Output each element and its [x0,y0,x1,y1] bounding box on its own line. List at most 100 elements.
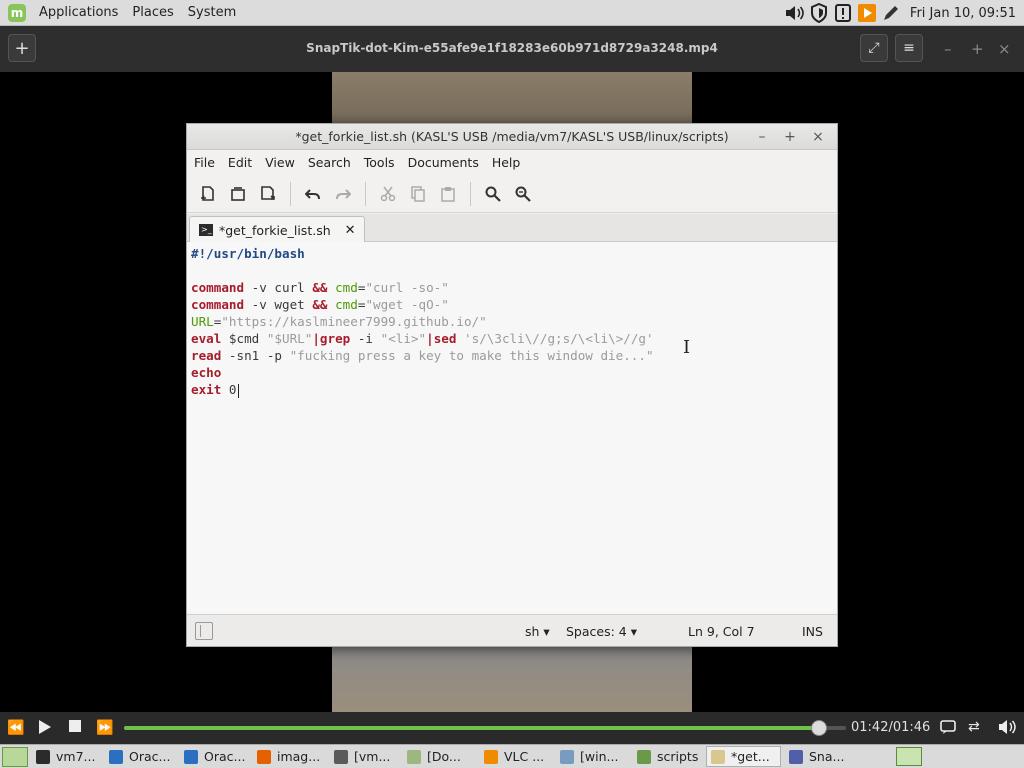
taskbar-item[interactable]: scripts [632,746,703,767]
code-token: read [191,348,222,363]
code-token: -i [350,331,381,346]
redo-icon[interactable] [328,179,358,209]
taskbar-item[interactable]: [Do... [402,746,476,767]
editor-close-icon[interactable]: × [808,127,828,147]
code-token: 0 [221,382,237,397]
player-controls: ⏪ ⏩ 01:42/01:46 ⇄ [0,712,1024,744]
tab-label: *get_forkie_list.sh [219,222,331,238]
code-line[interactable] [191,262,837,279]
seek-handle[interactable] [810,720,827,736]
code-line[interactable]: read -sn1 -p "fucking press a key to mak… [191,347,837,364]
update-icon[interactable] [832,2,854,24]
editor-statusbar: sh ▾ Spaces: 4 ▾ Ln 9, Col 7 INS [187,614,837,646]
search-replace-icon[interactable] [508,179,538,209]
menu-edit[interactable]: Edit [221,155,258,170]
code-editor[interactable]: #!/usr/bin/bash command -v curl && cmd="… [187,242,837,614]
undo-icon[interactable] [298,179,328,209]
terminal-icon [334,749,348,764]
hamburger-menu-icon[interactable]: ≡ [895,34,923,62]
code-token: command [191,297,245,312]
new-document-icon[interactable] [193,179,223,209]
vlc-icon [484,749,498,764]
applications-menu[interactable]: Applications [32,5,125,20]
spaces-label: Spaces: 4 [566,624,627,639]
menu-view[interactable]: View [258,155,301,170]
code-line[interactable]: #!/usr/bin/bash [191,245,837,262]
places-menu[interactable]: Places [125,5,180,20]
code-token: "https://kaslmineer7999.github.io/" [221,314,487,329]
menu-search[interactable]: Search [301,155,357,170]
taskbar-item[interactable]: vm7... [31,746,101,767]
taskbar-item[interactable]: Sna... [784,746,858,767]
menu-help[interactable]: Help [485,155,527,170]
code-line[interactable]: eval $cmd "$URL"|grep -i "<li>"|sed 's/\… [191,330,837,347]
taskbar-item-label: Orac... [129,749,171,764]
side-panel-toggle-icon[interactable] [195,622,213,640]
menu-documents[interactable]: Documents [401,155,485,170]
tab-close-icon[interactable]: ✕ [345,223,356,238]
editor-minimize-icon[interactable]: – [752,127,772,147]
seek-bar[interactable] [124,720,846,736]
copy-icon[interactable] [403,179,433,209]
volume-icon[interactable] [998,719,1016,739]
player-header: + SnapTik-dot-Kim-e55afe9e1f18283e60b971… [0,26,1024,72]
volume-icon[interactable] [784,2,806,24]
code-line[interactable]: command -v wget && cmd="wget -qO-" [191,296,837,313]
vlc-icon[interactable] [856,2,878,24]
code-line[interactable]: echo [191,364,837,381]
play-icon[interactable] [30,719,60,739]
code-token: #!/usr/bin/bash [191,246,305,261]
code-line[interactable]: exit 0 [191,381,837,398]
taskbar-item-label: [vm... [354,749,391,764]
taskbar-item[interactable]: imag... [252,746,326,767]
code-line[interactable]: command -v curl && cmd="curl -so-" [191,279,837,296]
taskbar-item[interactable]: *get... [706,746,781,767]
code-token: |grep [312,331,351,346]
subtitles-icon[interactable] [940,719,956,739]
clock[interactable]: Fri Jan 10, 09:51 [910,6,1016,21]
fullscreen-icon[interactable]: ⤢ [860,34,888,62]
search-icon[interactable] [478,179,508,209]
stop-icon[interactable] [60,720,90,736]
language-selector[interactable]: sh ▾ [525,624,550,639]
code-token: "<li>" [380,331,427,346]
toolbar-separator [365,181,366,206]
minimize-icon[interactable]: – [944,40,952,58]
code-token: cmd [335,297,358,312]
system-tray: Fri Jan 10, 09:51 [784,0,1024,26]
pen-icon[interactable] [880,2,902,24]
workspace-switcher-icon[interactable] [2,746,28,767]
taskbar-item[interactable]: Orac... [179,746,249,767]
taskbar-item[interactable]: Orac... [104,746,176,767]
show-desktop-icon[interactable] [896,747,922,766]
menu-tools[interactable]: Tools [357,155,401,170]
taskbar-item[interactable]: VLC ... [479,746,552,767]
system-menu[interactable]: System [181,5,243,20]
fast-forward-icon[interactable]: ⏩ [90,720,120,736]
cut-icon[interactable] [373,179,403,209]
editor-maximize-icon[interactable]: + [780,127,800,147]
cursor-position: Ln 9, Col 7 [688,624,755,639]
folder-icon [637,749,651,764]
save-document-icon[interactable] [253,179,283,209]
mint-menu-icon[interactable]: m [8,3,26,22]
menu-file[interactable]: File [187,155,221,170]
code-token: eval [191,331,222,346]
taskbar-item-label: [win... [580,749,619,764]
rewind-icon[interactable]: ⏪ [1,720,31,736]
paste-icon[interactable] [433,179,463,209]
taskbar-item[interactable]: [vm... [329,746,399,767]
spaces-selector[interactable]: Spaces: 4 ▾ [566,624,637,639]
editor-titlebar[interactable]: *get_forkie_list.sh (KASL'S USB /media/v… [187,124,837,150]
shield-icon[interactable] [808,2,830,24]
insert-mode: INS [802,624,823,639]
open-document-icon[interactable] [223,179,253,209]
close-icon[interactable]: × [998,40,1011,58]
taskbar-item[interactable]: [win... [555,746,629,767]
tab-get-forkie-list[interactable]: >_ *get_forkie_list.sh ✕ [189,216,365,243]
maximize-icon[interactable]: + [971,40,984,58]
code-line[interactable]: URL="https://kaslmineer7999.github.io/" [191,313,837,330]
shuffle-icon[interactable]: ⇄ [968,719,980,735]
seek-fill [124,726,819,730]
